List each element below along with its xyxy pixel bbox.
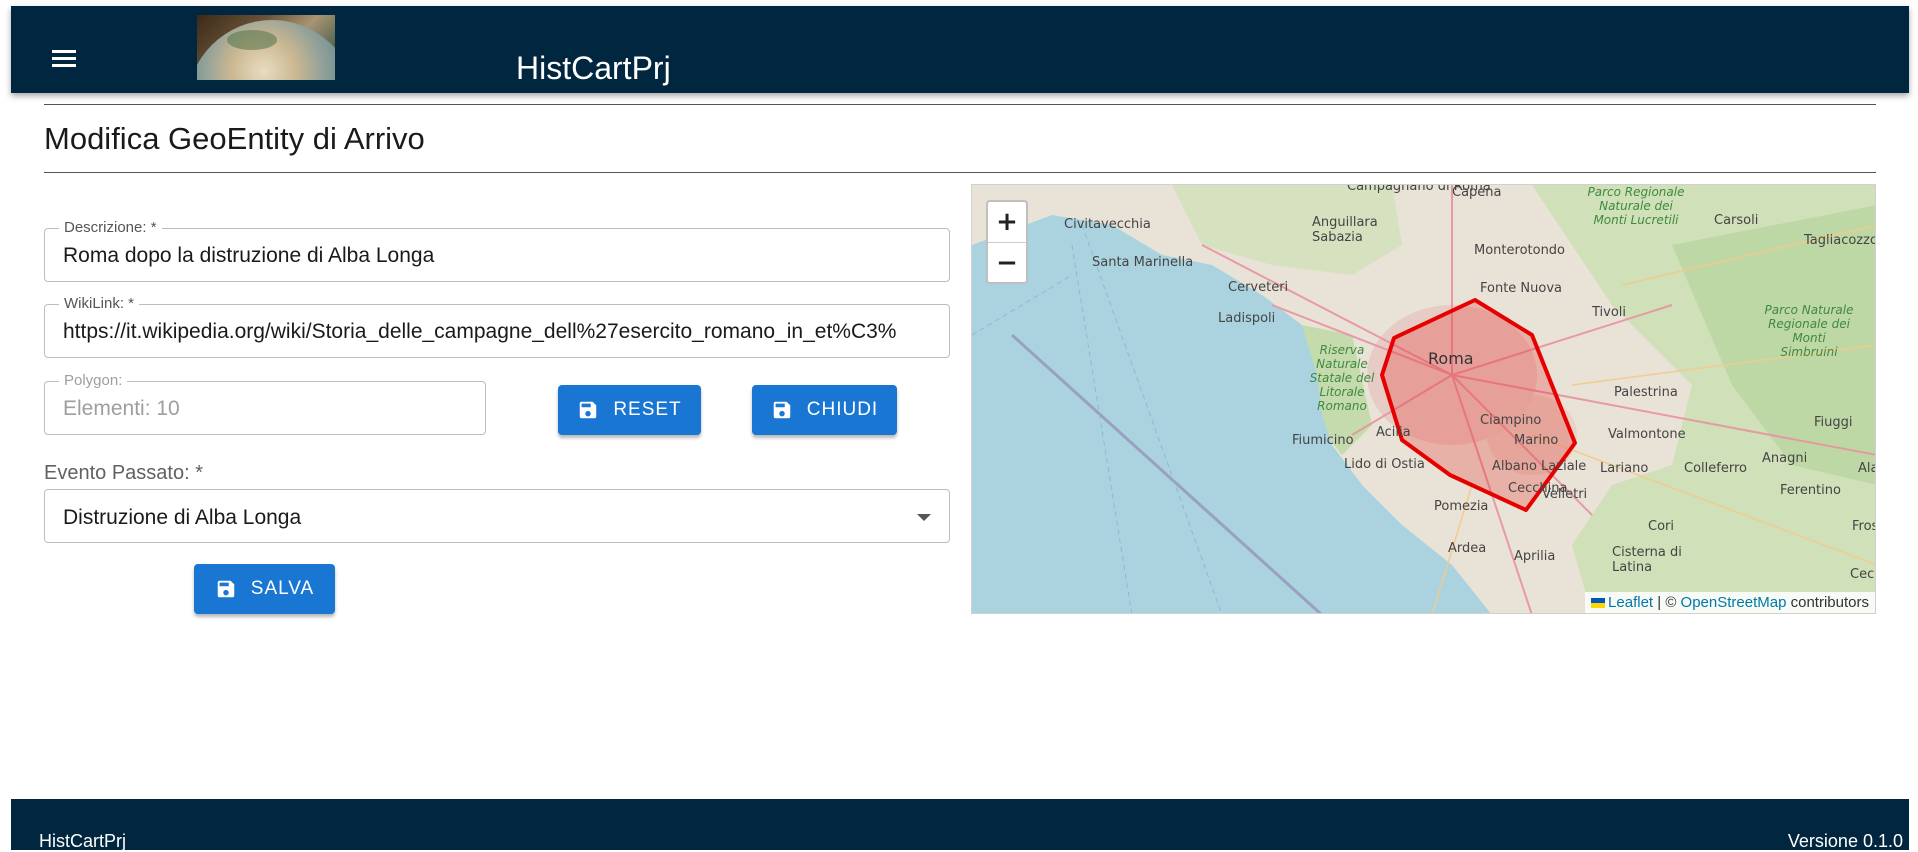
chiudi-button[interactable]: CHIUDI (752, 385, 897, 435)
attribution-suffix: contributors (1786, 594, 1869, 611)
place-label: Anagni (1762, 451, 1808, 466)
heading-divider-bottom (44, 172, 1876, 173)
place-label: Fiuggi (1814, 415, 1853, 430)
ukraine-flag-icon (1591, 598, 1606, 609)
place-label: Marino (1514, 433, 1559, 448)
descrizione-field[interactable]: Descrizione: * Roma dopo la distruzione … (44, 220, 950, 282)
save-icon (577, 399, 599, 421)
wikilink-field[interactable]: WikiLink: * https://it.wikipedia.org/wik… (44, 296, 950, 358)
place-label: Ardea (1448, 541, 1487, 556)
place-label: Anguillara Sabazia (1312, 215, 1378, 245)
wikilink-label: WikiLink: * (59, 296, 140, 312)
place-label: Palestrina (1614, 385, 1678, 400)
polygon-value: Elementi: 10 (63, 397, 180, 420)
place-label: Cerveteri (1228, 280, 1289, 295)
salva-label: SALVA (250, 578, 315, 599)
footer-app-name: HistCartPrj (39, 831, 127, 851)
place-label: Ferentino (1780, 483, 1841, 498)
place-label: Civitavecchia (1064, 217, 1151, 232)
place-label: Cecc (1850, 567, 1875, 582)
evento-label: Evento Passato: * (44, 462, 203, 484)
place-label: Monterotondo (1474, 243, 1566, 258)
salva-button[interactable]: SALVA (194, 564, 335, 614)
zoom-control: + − (986, 200, 1028, 284)
place-label: Aprilia (1514, 549, 1556, 564)
app-title: HistCartPrj (516, 50, 671, 86)
place-label: Capena (1452, 185, 1502, 200)
place-label: Ladispoli (1218, 311, 1276, 326)
place-label: Ala (1858, 461, 1875, 476)
place-label: Velletri (1542, 487, 1588, 502)
map-attribution: Leaflet | © OpenStreetMap contributors (1585, 592, 1875, 613)
globe-logo (197, 15, 335, 80)
chevron-down-icon[interactable] (917, 514, 931, 521)
descrizione-value[interactable]: Roma dopo la distruzione di Alba Longa (63, 244, 931, 268)
evento-value[interactable]: Distruzione di Alba Longa (63, 506, 931, 530)
place-label: Fiumicino (1292, 433, 1354, 448)
map-tiles (972, 185, 1875, 613)
save-icon (771, 399, 793, 421)
polygon-label: Polygon: (59, 373, 128, 389)
place-label: Carsoli (1714, 213, 1759, 228)
place-label: Lido di Ostia (1344, 457, 1425, 472)
place-label: Ciampino (1480, 413, 1542, 428)
place-label: Colleferro (1684, 461, 1747, 476)
wikilink-value[interactable]: https://it.wikipedia.org/wiki/Storia_del… (63, 320, 931, 344)
place-label: Parco Naturale Regionale dei Monti Simbr… (1764, 303, 1854, 359)
place-label: Cori (1648, 519, 1674, 534)
place-label: Lariano (1600, 461, 1649, 476)
place-label: Fros (1852, 519, 1876, 534)
place-label: Roma (1428, 349, 1474, 368)
app-header: HistCartPrj (11, 6, 1909, 93)
place-label: Fonte Nuova (1480, 281, 1563, 296)
reset-label: RESET (613, 399, 682, 420)
place-label: Cisterna di Latina (1612, 545, 1682, 575)
descrizione-label: Descrizione: * (59, 220, 162, 236)
place-label: Pomezia (1434, 499, 1489, 514)
menu-icon[interactable] (41, 36, 87, 82)
attribution-separator: | © (1653, 594, 1681, 611)
heading-divider-top (44, 104, 1876, 105)
zoom-out-button[interactable]: − (988, 242, 1026, 282)
place-label: Riserva Naturale Statale del Litorale Ro… (1309, 343, 1375, 413)
leaflet-link[interactable]: Leaflet (1608, 594, 1653, 611)
polygon-field: Polygon: Elementi: 10 (44, 373, 486, 435)
app-footer: HistCartPrj Versione 0.1.0 (11, 799, 1909, 851)
place-label: Parco Regionale Naturale dei Monti Lucre… (1587, 185, 1685, 227)
map-view[interactable]: Campagnano di Roma Capena Civitavecchia … (971, 184, 1876, 614)
place-label: Albano Laziale (1492, 459, 1587, 474)
page-title: Modifica GeoEntity di Arrivo (44, 121, 425, 156)
osm-link[interactable]: OpenStreetMap (1681, 594, 1787, 611)
save-icon (215, 578, 237, 600)
evento-select[interactable]: Distruzione di Alba Longa (44, 489, 950, 543)
place-label: Santa Marinella (1092, 255, 1194, 270)
chiudi-label: CHIUDI (806, 399, 879, 420)
place-label: Tagliacozzo (1804, 233, 1876, 248)
reset-button[interactable]: RESET (558, 385, 701, 435)
footer-version: Versione 0.1.0 (1787, 831, 1903, 851)
place-label: Tivoli (1592, 305, 1627, 320)
place-label: Acilia (1376, 425, 1411, 440)
zoom-in-button[interactable]: + (988, 202, 1026, 242)
place-label: Valmontone (1608, 427, 1686, 442)
